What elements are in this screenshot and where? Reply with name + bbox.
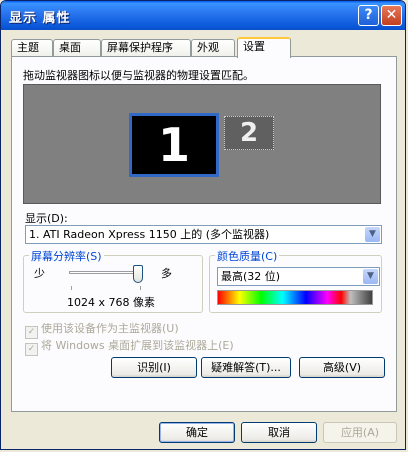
resolution-slider-thumb[interactable] — [133, 265, 143, 283]
help-button[interactable]: ? — [358, 5, 379, 26]
tab-settings[interactable]: 设置 — [237, 37, 291, 58]
title-bar[interactable]: 显示 属性 ? ✕ — [1, 1, 405, 30]
display-select-value: 1. ATI Radeon Xpress 1150 上的 (多个监视器) — [29, 228, 270, 241]
advanced-button[interactable]: 高级(V) — [299, 357, 385, 378]
extend-desktop-checkbox[interactable]: ✓ 将 Windows 桌面扩展到该监视器上(E) — [25, 337, 234, 356]
resolution-slider-track[interactable] — [69, 271, 141, 274]
tab-themes[interactable]: 主题 — [11, 39, 53, 57]
monitor-1-icon[interactable]: 1 — [129, 113, 219, 177]
color-spectrum-bar — [217, 290, 373, 305]
tab-appearance[interactable]: 外观 — [191, 39, 235, 57]
display-properties-window: 显示 属性 ? ✕ 主题 桌面 屏幕保护程序 外观 设置 拖动监视器图标以便与监… — [0, 0, 406, 450]
instruction-text: 拖动监视器图标以便与监视器的物理设置匹配。 — [23, 69, 254, 82]
resolution-value: 1024 x 768 像素 — [67, 296, 155, 309]
cancel-button[interactable]: 取消 — [241, 422, 317, 443]
window-title: 显示 属性 — [9, 11, 71, 26]
chevron-down-icon[interactable]: ▼ — [363, 269, 378, 284]
primary-monitor-label: 使用该设备作为主监视器(U) — [41, 322, 179, 335]
chevron-down-icon[interactable]: ▼ — [365, 227, 380, 242]
identify-button[interactable]: 识别(I) — [111, 357, 197, 378]
troubleshoot-button[interactable]: 疑难解答(T)... — [201, 357, 291, 378]
slider-ticks — [71, 286, 141, 290]
resolution-less-label: 少 — [34, 267, 45, 280]
monitor-2-icon[interactable]: 2 — [224, 116, 274, 150]
display-select[interactable]: 1. ATI Radeon Xpress 1150 上的 (多个监视器) ▼ — [25, 225, 382, 244]
apply-button[interactable]: 应用(A) — [323, 422, 397, 443]
close-button[interactable]: ✕ — [381, 5, 402, 26]
resolution-title: 屏幕分辨率(S) — [29, 248, 104, 264]
color-quality-title: 颜色质量(C) — [215, 248, 280, 264]
color-quality-value: 最高(32 位) — [221, 270, 281, 283]
resolution-more-label: 多 — [161, 267, 172, 280]
extend-desktop-label: 将 Windows 桌面扩展到该监视器上(E) — [41, 339, 234, 352]
color-quality-select[interactable]: 最高(32 位) ▼ — [217, 267, 380, 286]
tab-desktop[interactable]: 桌面 — [53, 39, 101, 57]
ok-button[interactable]: 确定 — [159, 422, 235, 443]
checkmark-icon: ✓ — [25, 343, 38, 356]
display-label: 显示(D): — [25, 212, 68, 225]
tab-screensaver[interactable]: 屏幕保护程序 — [101, 39, 191, 57]
